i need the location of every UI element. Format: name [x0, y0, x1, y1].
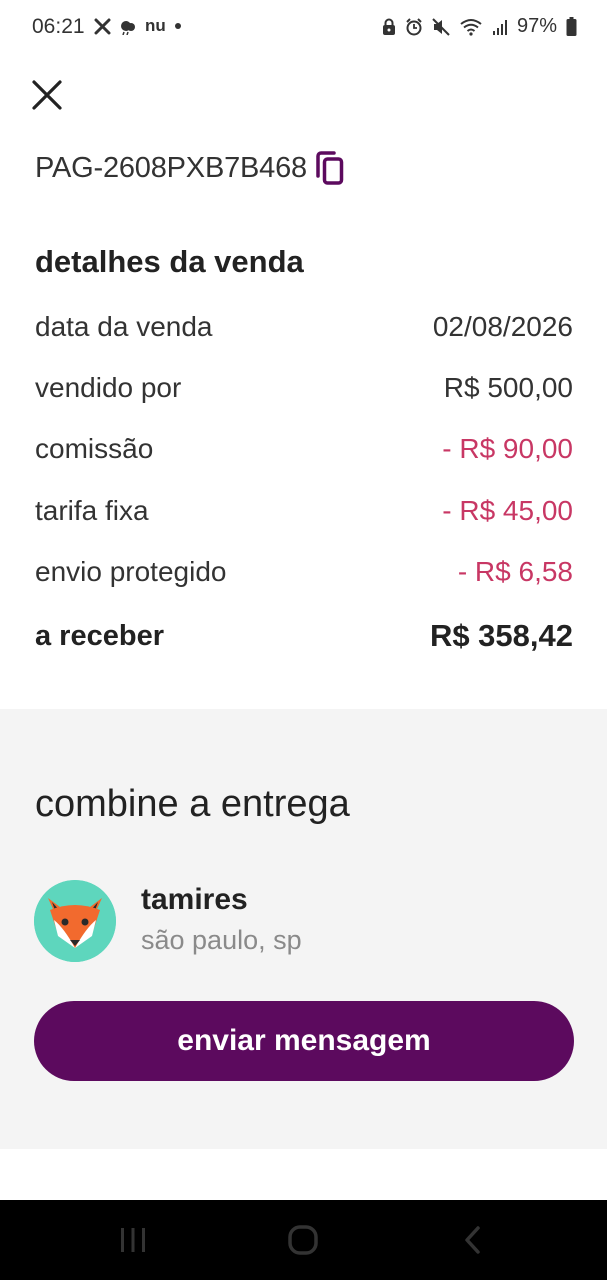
copy-icon: [316, 151, 344, 185]
status-bar: 06:21 nu 97%: [0, 0, 607, 54]
detail-value: 02/08/2026: [432, 310, 573, 342]
status-notification-icons: nu: [94, 16, 182, 36]
detail-value: - R$ 45,00: [442, 494, 573, 526]
detail-row-commission: comissão - R$ 90,00: [35, 419, 573, 480]
wifi-icon: [460, 18, 482, 36]
navigation-bar: [0, 1200, 607, 1280]
close-icon: [32, 80, 62, 110]
detail-value: R$ 500,00: [443, 372, 573, 404]
total-row: a receber R$ 358,42: [35, 612, 573, 660]
back-button[interactable]: [453, 1220, 493, 1260]
detail-label: envio protegido: [35, 556, 227, 588]
alarm-icon: [406, 17, 422, 35]
home-icon: [288, 1225, 318, 1255]
nu-icon: nu: [145, 16, 166, 35]
detail-label: comissão: [35, 433, 154, 465]
dot-icon: [174, 23, 181, 29]
mute-icon: [432, 17, 450, 36]
detail-value: - R$ 90,00: [442, 433, 573, 465]
home-button[interactable]: [283, 1220, 323, 1260]
seller-location: são paulo, sp: [141, 925, 302, 955]
fox-avatar: [34, 880, 116, 962]
battery-icon: [566, 17, 577, 36]
x-app-icon: [94, 18, 111, 34]
seller-avatar: [34, 880, 116, 962]
detail-label: tarifa fixa: [35, 494, 149, 526]
details-title: detalhes da venda: [35, 244, 304, 279]
status-system-icons: 97%: [382, 15, 577, 38]
weather-icon: [121, 20, 135, 35]
recents-icon: [121, 1228, 145, 1252]
sale-details-list: data da venda 02/08/2026 vendido por R$ …: [35, 296, 573, 603]
lock-icon: [382, 18, 395, 35]
order-id: PAG-2608PXB7B468: [35, 151, 307, 184]
detail-value: - R$ 6,58: [457, 556, 573, 588]
detail-row-sold-for: vendido por R$ 500,00: [35, 357, 573, 418]
detail-row-protected-shipping: envio protegido - R$ 6,58: [35, 542, 573, 603]
close-button[interactable]: [26, 74, 68, 116]
battery-percent: 97%: [516, 15, 557, 37]
total-value: R$ 358,42: [429, 618, 573, 653]
send-message-button[interactable]: enviar mensagem: [34, 1001, 574, 1081]
copy-button[interactable]: [314, 150, 346, 186]
detail-label: data da venda: [35, 310, 213, 342]
detail-label: vendido por: [35, 372, 182, 404]
status-time: 06:21: [32, 15, 85, 38]
total-label: a receber: [35, 619, 164, 652]
delivery-section: combine a entrega tamires são paulo, sp …: [0, 709, 607, 1149]
recents-button[interactable]: [113, 1220, 153, 1260]
order-id-row: PAG-2608PXB7B468: [35, 150, 346, 186]
back-icon: [465, 1226, 480, 1254]
seller-name: tamires: [141, 883, 248, 916]
signal-icon: [492, 19, 507, 35]
detail-row-fixed-fee: tarifa fixa - R$ 45,00: [35, 480, 573, 541]
detail-row-date: data da venda 02/08/2026: [35, 296, 573, 357]
delivery-title: combine a entrega: [35, 783, 350, 825]
